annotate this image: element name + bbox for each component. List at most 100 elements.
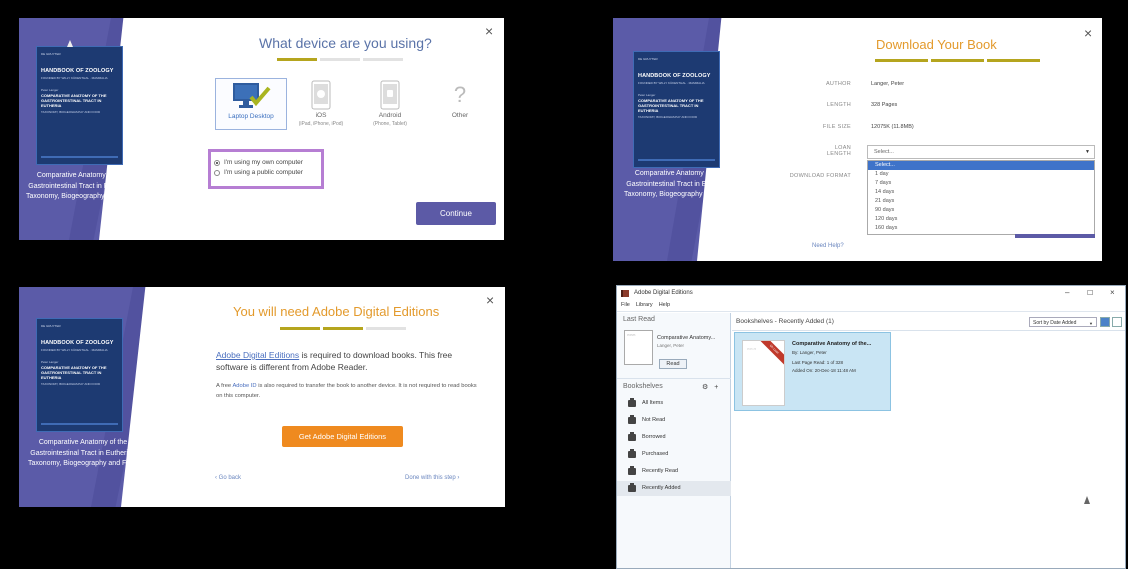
maximize-icon[interactable]: ☐ (1087, 289, 1093, 297)
shelf-purchased[interactable]: Purchased (617, 447, 731, 462)
download-button-partial[interactable] (1015, 234, 1095, 238)
step-progress (875, 59, 1040, 62)
cover-volume: FOUNDED BY WILLY KÜKENTHAL · MAMMALIA (638, 81, 705, 85)
menu-help[interactable]: Help (659, 302, 670, 311)
last-read-thumbnail[interactable]: ▭▭▭ (624, 330, 653, 365)
cover-publisher: DE GRUYTER (638, 57, 658, 61)
adobe-id-link[interactable]: Adobe ID (232, 383, 256, 389)
adobe-description: Adobe Digital Editions is required to do… (216, 349, 484, 373)
cover-title: COMPARATIVE ANATOMY OF THE GASTROINTESTI… (41, 93, 107, 108)
menu-file[interactable]: File (621, 302, 630, 311)
device-option-other[interactable]: ? Other (424, 78, 496, 130)
shelf-recently-added[interactable]: Recently Added (617, 481, 731, 496)
minimize-icon[interactable]: – (1065, 288, 1069, 297)
shelf-not-read[interactable]: Not Read (617, 413, 731, 428)
adobe-digital-editions-link[interactable]: Adobe Digital Editions (216, 350, 299, 360)
shelf-icon (628, 432, 636, 441)
shelf-borrowed[interactable]: Borrowed (617, 430, 731, 445)
need-help-link[interactable]: Need Help? (812, 243, 844, 249)
adobe-digital-editions-window: Adobe Digital Editions – ☐ × File Librar… (616, 285, 1126, 569)
device-label: Laptop Desktop (228, 113, 274, 120)
book-author: By: Langer, Peter (792, 350, 827, 355)
shelf-label: Recently Added (642, 485, 681, 491)
book-cover: DE GRUYTER HANDBOOK OF ZOOLOGY FOUNDED B… (36, 318, 123, 432)
shelf-label: Borrowed (642, 434, 666, 440)
shelf-recently-read[interactable]: Recently Read (617, 464, 731, 479)
select-value: Select... (874, 149, 894, 155)
cover-author: Peter Langer (41, 360, 59, 364)
last-read-title: Comparative Anatomy... (657, 335, 716, 341)
library-sidebar: Last Read ▭▭▭ Comparative Anatomy... Lan… (617, 313, 731, 568)
device-option-android[interactable]: Android (Phone, Tablet) (354, 78, 426, 130)
meta-key: FILE SIZE (822, 124, 851, 130)
option-7-days[interactable]: 7 days (868, 179, 1094, 188)
shelf-label: Recently Read (642, 468, 679, 474)
radio-checked-icon (214, 159, 220, 166)
cover-subtitle: TAXONOMY, BIOGEOGRAPHY AND FOOD (638, 115, 698, 119)
computer-type-group: I'm using my own computer I'm using a pu… (208, 149, 324, 189)
book-cover: DE GRUYTER HANDBOOK OF ZOOLOGY FOUNDED B… (633, 51, 720, 168)
shelf-all-items[interactable]: All Items (617, 396, 731, 411)
last-read-header: Last Read (623, 316, 655, 323)
cover-publisher: DE GRUYTER (41, 52, 61, 56)
device-option-ios[interactable]: iOS (iPad, iPhone, iPod) (285, 78, 357, 130)
sort-select[interactable]: Sort by Date Added ▼ (1029, 317, 1097, 327)
read-button[interactable]: Read (659, 359, 687, 369)
radio-own-computer[interactable]: I'm using my own computer (214, 159, 318, 166)
meta-key: LOAN LENGTH (826, 145, 851, 157)
option-21-days[interactable]: 21 days (868, 197, 1094, 206)
tutorial-collage: DE GRUYTER HANDBOOK OF ZOOLOGY FOUNDED B… (0, 0, 1128, 569)
meta-value: 12075K (11.8MB) (871, 124, 914, 130)
book-side-title: Comparative Anatomy of the Gastrointesti… (28, 439, 138, 467)
get-adobe-digital-editions-button[interactable]: Get Adobe Digital Editions (282, 426, 403, 447)
menu-bar: File Library Help (617, 302, 1125, 312)
window-title: Adobe Digital Editions (634, 290, 693, 296)
cover-series: HANDBOOK OF ZOOLOGY (41, 340, 114, 346)
note-text: A free (216, 383, 233, 389)
option-select[interactable]: Select... (868, 161, 1094, 170)
continue-button[interactable]: Continue (416, 202, 496, 225)
option-90-days[interactable]: 90 days (868, 206, 1094, 215)
option-120-days[interactable]: 120 days (868, 215, 1094, 224)
device-option-laptop[interactable]: Laptop Desktop (215, 78, 287, 130)
book-thumbnail: ▭▭ ▭ On Loan (742, 340, 785, 406)
close-icon[interactable]: × (1110, 288, 1115, 297)
gear-icon[interactable]: ⚙ (702, 384, 708, 391)
close-icon[interactable]: × (486, 293, 494, 307)
last-read-author: Langer, Peter (657, 343, 685, 348)
cover-volume: FOUNDED BY WILLY KÜKENTHAL · MAMMALIA (41, 348, 108, 352)
option-160-days[interactable]: 160 days (868, 224, 1094, 233)
book-last-page: Last Page Read: 1 of 328 (792, 360, 844, 365)
shelf-label: All Items (642, 400, 664, 406)
book-added-on: Added On: 20-Dec-18 11:48 AM (792, 368, 856, 373)
on-loan-ribbon: On Loan (758, 341, 784, 366)
loan-length-options: Select... 1 day 7 days 14 days 21 days 9… (867, 160, 1095, 235)
cover-series: HANDBOOK OF ZOOLOGY (41, 68, 114, 74)
go-back-link[interactable]: ‹ Go back (215, 475, 241, 481)
radio-label: I'm using my own computer (224, 159, 303, 166)
option-1-day[interactable]: 1 day (868, 170, 1094, 179)
cover-series: HANDBOOK OF ZOOLOGY (638, 73, 711, 79)
list-view-icon[interactable] (1112, 317, 1122, 327)
grid-view-icon[interactable] (1100, 317, 1110, 327)
apple-icon (311, 80, 331, 110)
loan-length-select[interactable]: Select... ▼ (867, 145, 1095, 159)
radio-public-computer[interactable]: I'm using a public computer (214, 169, 318, 176)
book-cover: DE GRUYTER HANDBOOK OF ZOOLOGY FOUNDED B… (36, 46, 123, 165)
book-card[interactable]: ▭▭ ▭ On Loan Comparative Anatomy of the.… (734, 332, 891, 411)
add-shelf-icon[interactable]: + (714, 384, 718, 391)
shelf-label: Not Read (642, 417, 666, 423)
done-step-link[interactable]: Done with this step › (405, 475, 459, 481)
menu-library[interactable]: Library (636, 302, 653, 311)
question-icon: ? (453, 82, 467, 107)
chevron-down-icon: ▼ (1089, 321, 1093, 326)
sort-value: Sort by Date Added (1033, 320, 1077, 326)
cover-subtitle: TAXONOMY, BIOGEOGRAPHY AND FOOD (41, 382, 101, 386)
option-14-days[interactable]: 14 days (868, 188, 1094, 197)
cover-subtitle: TAXONOMY, BIOGEOGRAPHY AND FOOD (41, 110, 101, 114)
close-icon[interactable]: × (485, 24, 493, 38)
cover-author: Peter Langer (41, 88, 59, 92)
close-icon[interactable]: × (1084, 26, 1092, 40)
android-icon (380, 80, 400, 110)
cover-volume: FOUNDED BY WILLY KÜKENTHAL · MAMMALIA (41, 76, 108, 80)
